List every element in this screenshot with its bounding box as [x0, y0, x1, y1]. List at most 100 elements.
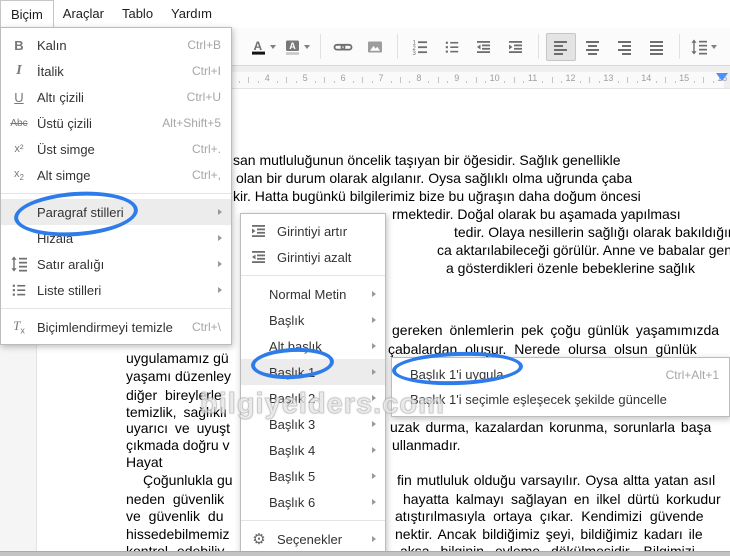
format-menu-item-alti-cizili[interactable]: U Altı çizili Ctrl+U: [1, 84, 231, 110]
bulleted-list-button[interactable]: [437, 33, 467, 61]
submenu-arrow-icon: [372, 446, 376, 453]
align-left-button[interactable]: [546, 32, 576, 61]
styles-submenu-item-secenekler[interactable]: ⚙ Seçenekler: [241, 526, 385, 552]
ruler-number: 4: [264, 73, 270, 83]
outdent-button[interactable]: [469, 33, 499, 61]
styles-submenu-item-baslik-1[interactable]: Başlık 1: [241, 359, 385, 385]
numbered-list-button[interactable]: 123: [405, 33, 435, 61]
styles-submenu-item-baslik-2[interactable]: Başlık 2: [241, 385, 385, 411]
menu-item-label: Üst simge: [37, 141, 95, 157]
format-menu: B Kalın Ctrl+B I İtalik Ctrl+I U Altı çizili Ctr…: [0, 27, 232, 345]
menu-item-label: Biçimlendirmeyi temizle: [37, 319, 173, 335]
submenu-arrow-icon: [218, 208, 222, 215]
outdent-icon: [475, 38, 493, 56]
right-indent-marker[interactable]: [716, 73, 728, 81]
document-text-line: hissedebilmemiz: [126, 526, 230, 542]
format-menu-item-paragraf-stilleri[interactable]: Paragraf stilleri: [1, 199, 231, 225]
styles-submenu-item-baslik-4[interactable]: Başlık 4: [241, 437, 385, 463]
styles-submenu-item-girintiyi-azalt[interactable]: Girintiyi azalt: [241, 244, 385, 270]
format-menu-item-ust-simge[interactable]: x² Üst simge Ctrl+.: [1, 136, 231, 162]
toolbar-separator: [679, 34, 680, 59]
styles-submenu-item-baslik-3[interactable]: Başlık 3: [241, 411, 385, 437]
highlight-color-button[interactable]: A: [281, 33, 313, 61]
justify-button[interactable]: [642, 33, 672, 61]
styles-submenu-item-baslik[interactable]: Başlık: [241, 307, 385, 333]
clear-format-icon: Tx: [13, 318, 25, 336]
ruler-number: 10: [489, 73, 500, 83]
format-menu-item-alt-simge[interactable]: x2 Alt simge Ctrl+,: [1, 162, 231, 188]
ruler-tick: [390, 81, 392, 83]
image-button[interactable]: [360, 33, 390, 61]
bold-icon: B: [14, 37, 24, 53]
menu-item-label: İtalik: [37, 63, 64, 79]
align-right-icon: [616, 38, 634, 56]
italic-icon: I: [16, 63, 22, 78]
menu-separator: [1, 193, 231, 194]
format-menu-item-bicimlendirmeyi-temizle[interactable]: Tx Biçimlendirmeyi temizle Ctrl+\: [1, 314, 231, 340]
format-menu-item-i-talik[interactable]: I İtalik Ctrl+I: [1, 58, 231, 84]
document-text-line: olan bir durum olarak algılanır. Oysa sa…: [236, 170, 633, 186]
apply-menu-item-baslik-1-i-secimle-eslesecek-sekilde-guncelle[interactable]: Başlık 1'i seçimle eşleşecek şekilde gün…: [392, 387, 729, 412]
format-menu-item-satir-araligi[interactable]: Satır aralığı: [1, 251, 231, 277]
styles-submenu-item-alt-baslik[interactable]: Alt başlık: [241, 333, 385, 359]
text-color-button[interactable]: A: [247, 33, 279, 61]
format-menu-item-kalin[interactable]: B Kalın Ctrl+B: [1, 32, 231, 58]
numbered-list-icon: 123: [411, 38, 429, 56]
menu-item-label: Başlık 1: [269, 364, 316, 380]
menu-item-shortcut: Ctrl+U: [186, 90, 221, 104]
ruler-tick: [504, 81, 506, 83]
line-spacing-button[interactable]: [687, 33, 720, 61]
format-menu-item-liste-stilleri[interactable]: Liste stilleri: [1, 277, 231, 303]
menubar-item-yardim[interactable]: Yardım: [162, 0, 221, 28]
ruler-tick: [371, 81, 373, 83]
underline-icon: U: [14, 89, 24, 105]
document-text-line: diğer bireylerle: [126, 387, 222, 403]
format-menu-item-hizala[interactable]: Hizala: [1, 225, 231, 251]
ruler-number: 12: [565, 73, 576, 83]
svg-text:A: A: [289, 40, 296, 50]
document-text-line: rmektedir. Doğal olarak bu aşamada yapıl…: [392, 206, 681, 222]
align-right-button[interactable]: [610, 33, 640, 61]
menubar-item-tablo[interactable]: Tablo: [113, 0, 162, 28]
menu-item-shortcut: Alt+Shift+5: [162, 116, 221, 130]
ruler-tick: [362, 77, 364, 83]
submenu-arrow-icon: [372, 472, 376, 479]
ruler-tick: [295, 81, 297, 83]
styles-submenu-item-baslik-6[interactable]: Başlık 6: [241, 489, 385, 515]
ruler-tick: [333, 81, 335, 83]
menu-item-label: Altı çizili: [37, 89, 84, 105]
menu-item-label: Seçenekler: [277, 531, 343, 547]
menu-item-shortcut: Ctrl+Alt+1: [665, 367, 719, 382]
apply-menu-item-baslik-1-i-uygula[interactable]: Başlık 1'i uygula Ctrl+Alt+1: [392, 362, 729, 387]
menu-item-label: Üstü çizili: [37, 115, 92, 131]
menu-item-label: Girintiyi azalt: [277, 249, 352, 265]
document-text-line: uyarıcı ve uyuşt: [126, 420, 231, 436]
menu-item-label: Başlık 1'i seçimle eşleşecek şekilde gün…: [410, 392, 667, 407]
menubar-item-araclar[interactable]: Araçlar: [54, 0, 113, 28]
menu-item-label: Liste stilleri: [37, 282, 102, 298]
indent-button[interactable]: [501, 33, 531, 61]
document-text-line: nektir. Ancak bildiğimiz şeyi, bildiğimi…: [395, 526, 703, 542]
submenu-arrow-icon: [372, 535, 376, 542]
menu-item-label: Başlık 2: [269, 390, 316, 406]
document-text-line: Hayat: [126, 454, 163, 470]
submenu-arrow-icon: [218, 260, 222, 267]
document-text-line: çabalardan oluşur. Nerede olursa olsun g…: [388, 341, 697, 357]
styles-submenu-item-normal-metin[interactable]: Normal Metin: [241, 281, 385, 307]
styles-submenu-item-baslik-5[interactable]: Başlık 5: [241, 463, 385, 489]
superscript-icon: x²: [14, 143, 24, 155]
link-button[interactable]: [328, 33, 358, 61]
ruler-tick: [542, 81, 544, 83]
ruler-tick: [238, 81, 240, 83]
submenu-arrow-icon: [372, 342, 376, 349]
ruler-tick: [580, 81, 581, 83]
ruler-number: 7: [378, 73, 384, 83]
submenu-arrow-icon: [372, 420, 376, 427]
format-menu-item-ustu-cizili[interactable]: Abc Üstü çizili Alt+Shift+5: [1, 110, 231, 136]
google-docs-window: BiçimAraçlarTabloYardım Tüm değişiklikle…: [0, 0, 730, 556]
menubar-item-bicim[interactable]: Biçim: [0, 0, 54, 28]
menu-item-label: Başlık 5: [269, 468, 316, 484]
styles-submenu-item-girintiyi-artir[interactable]: Girintiyi artır: [241, 218, 385, 244]
ruler-tick: [447, 81, 449, 83]
align-center-button[interactable]: [578, 33, 608, 61]
